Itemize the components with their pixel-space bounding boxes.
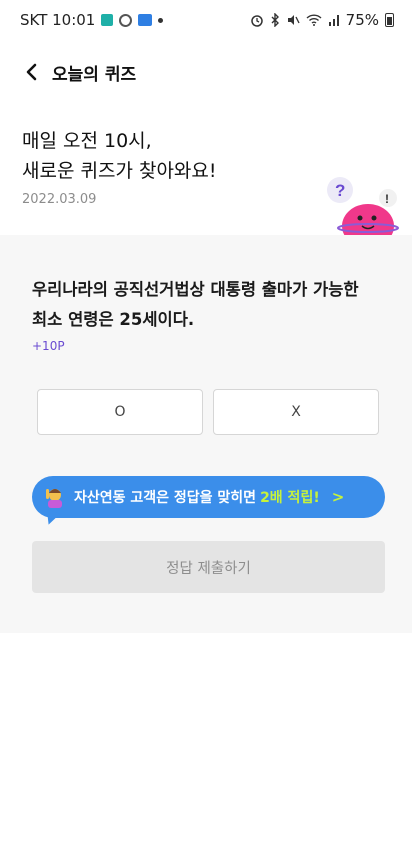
reward-points: +10P	[32, 339, 65, 353]
double-reward-banner[interactable]: 자산연동 고객은 정답을 맞히면 2배 적립! >	[32, 476, 385, 518]
person-raising-hand-icon	[46, 489, 62, 508]
status-right: 75%	[250, 11, 394, 29]
quiz-mascot-illustration: ? !	[327, 177, 399, 238]
app-header: 오늘의 퀴즈	[0, 52, 412, 92]
question-line-1: 우리나라의 공직선거법상 대통령 출마가 가능한	[32, 280, 359, 299]
intro-line-1: 매일 오전 10시,	[22, 130, 152, 152]
intro-line-2: 새로운 퀴즈가 찾아와요!	[22, 160, 217, 182]
quiz-question: 우리나라의 공직선거법상 대통령 출마가 가능한 최소 연령은 25세이다.	[32, 275, 382, 335]
question-line-2: 최소 연령은 25세이다.	[32, 305, 382, 335]
question-suffix: 세이다.	[142, 310, 195, 329]
ring-notification-icon	[119, 13, 133, 27]
status-left: SKT 10:01	[20, 11, 164, 29]
quiz-date: 2022.03.09	[22, 192, 97, 207]
signal-icon	[328, 14, 340, 26]
answer-o-button[interactable]: O	[37, 389, 203, 435]
battery-percent: 75%	[345, 11, 379, 29]
alarm-icon	[250, 13, 264, 27]
quiz-intro: 매일 오전 10시, 새로운 퀴즈가 찾아와요! 2022.03.09	[22, 126, 217, 207]
wifi-icon	[306, 14, 322, 26]
back-button[interactable]	[6, 52, 56, 92]
promo-text: 자산연동 고객은 정답을 맞히면	[74, 490, 257, 506]
mute-icon	[286, 13, 300, 27]
carrier-time: SKT 10:01	[20, 11, 96, 29]
chevron-right-icon: >	[331, 488, 345, 506]
page-title: 오늘의 퀴즈	[52, 64, 137, 85]
svg-text:?: ?	[335, 181, 345, 200]
app-notification-icon	[101, 14, 114, 26]
submit-answer-button[interactable]: 정답 제출하기	[32, 541, 385, 593]
answer-x-button[interactable]: X	[213, 389, 379, 435]
zoom-notification-icon	[138, 14, 153, 26]
battery-icon	[385, 13, 394, 27]
question-prefix: 최소 연령은	[32, 310, 120, 329]
status-bar: SKT 10:01 75%	[0, 0, 412, 40]
promo-highlight: 2배 적립!	[260, 490, 320, 506]
more-notifications-icon	[158, 17, 164, 23]
bluetooth-icon	[270, 13, 280, 27]
question-age: 25	[119, 310, 143, 329]
svg-text:!: !	[385, 192, 389, 206]
quiz-card: 우리나라의 공직선거법상 대통령 출마가 가능한 최소 연령은 25세이다. +…	[0, 235, 412, 633]
chevron-left-icon	[26, 63, 37, 81]
